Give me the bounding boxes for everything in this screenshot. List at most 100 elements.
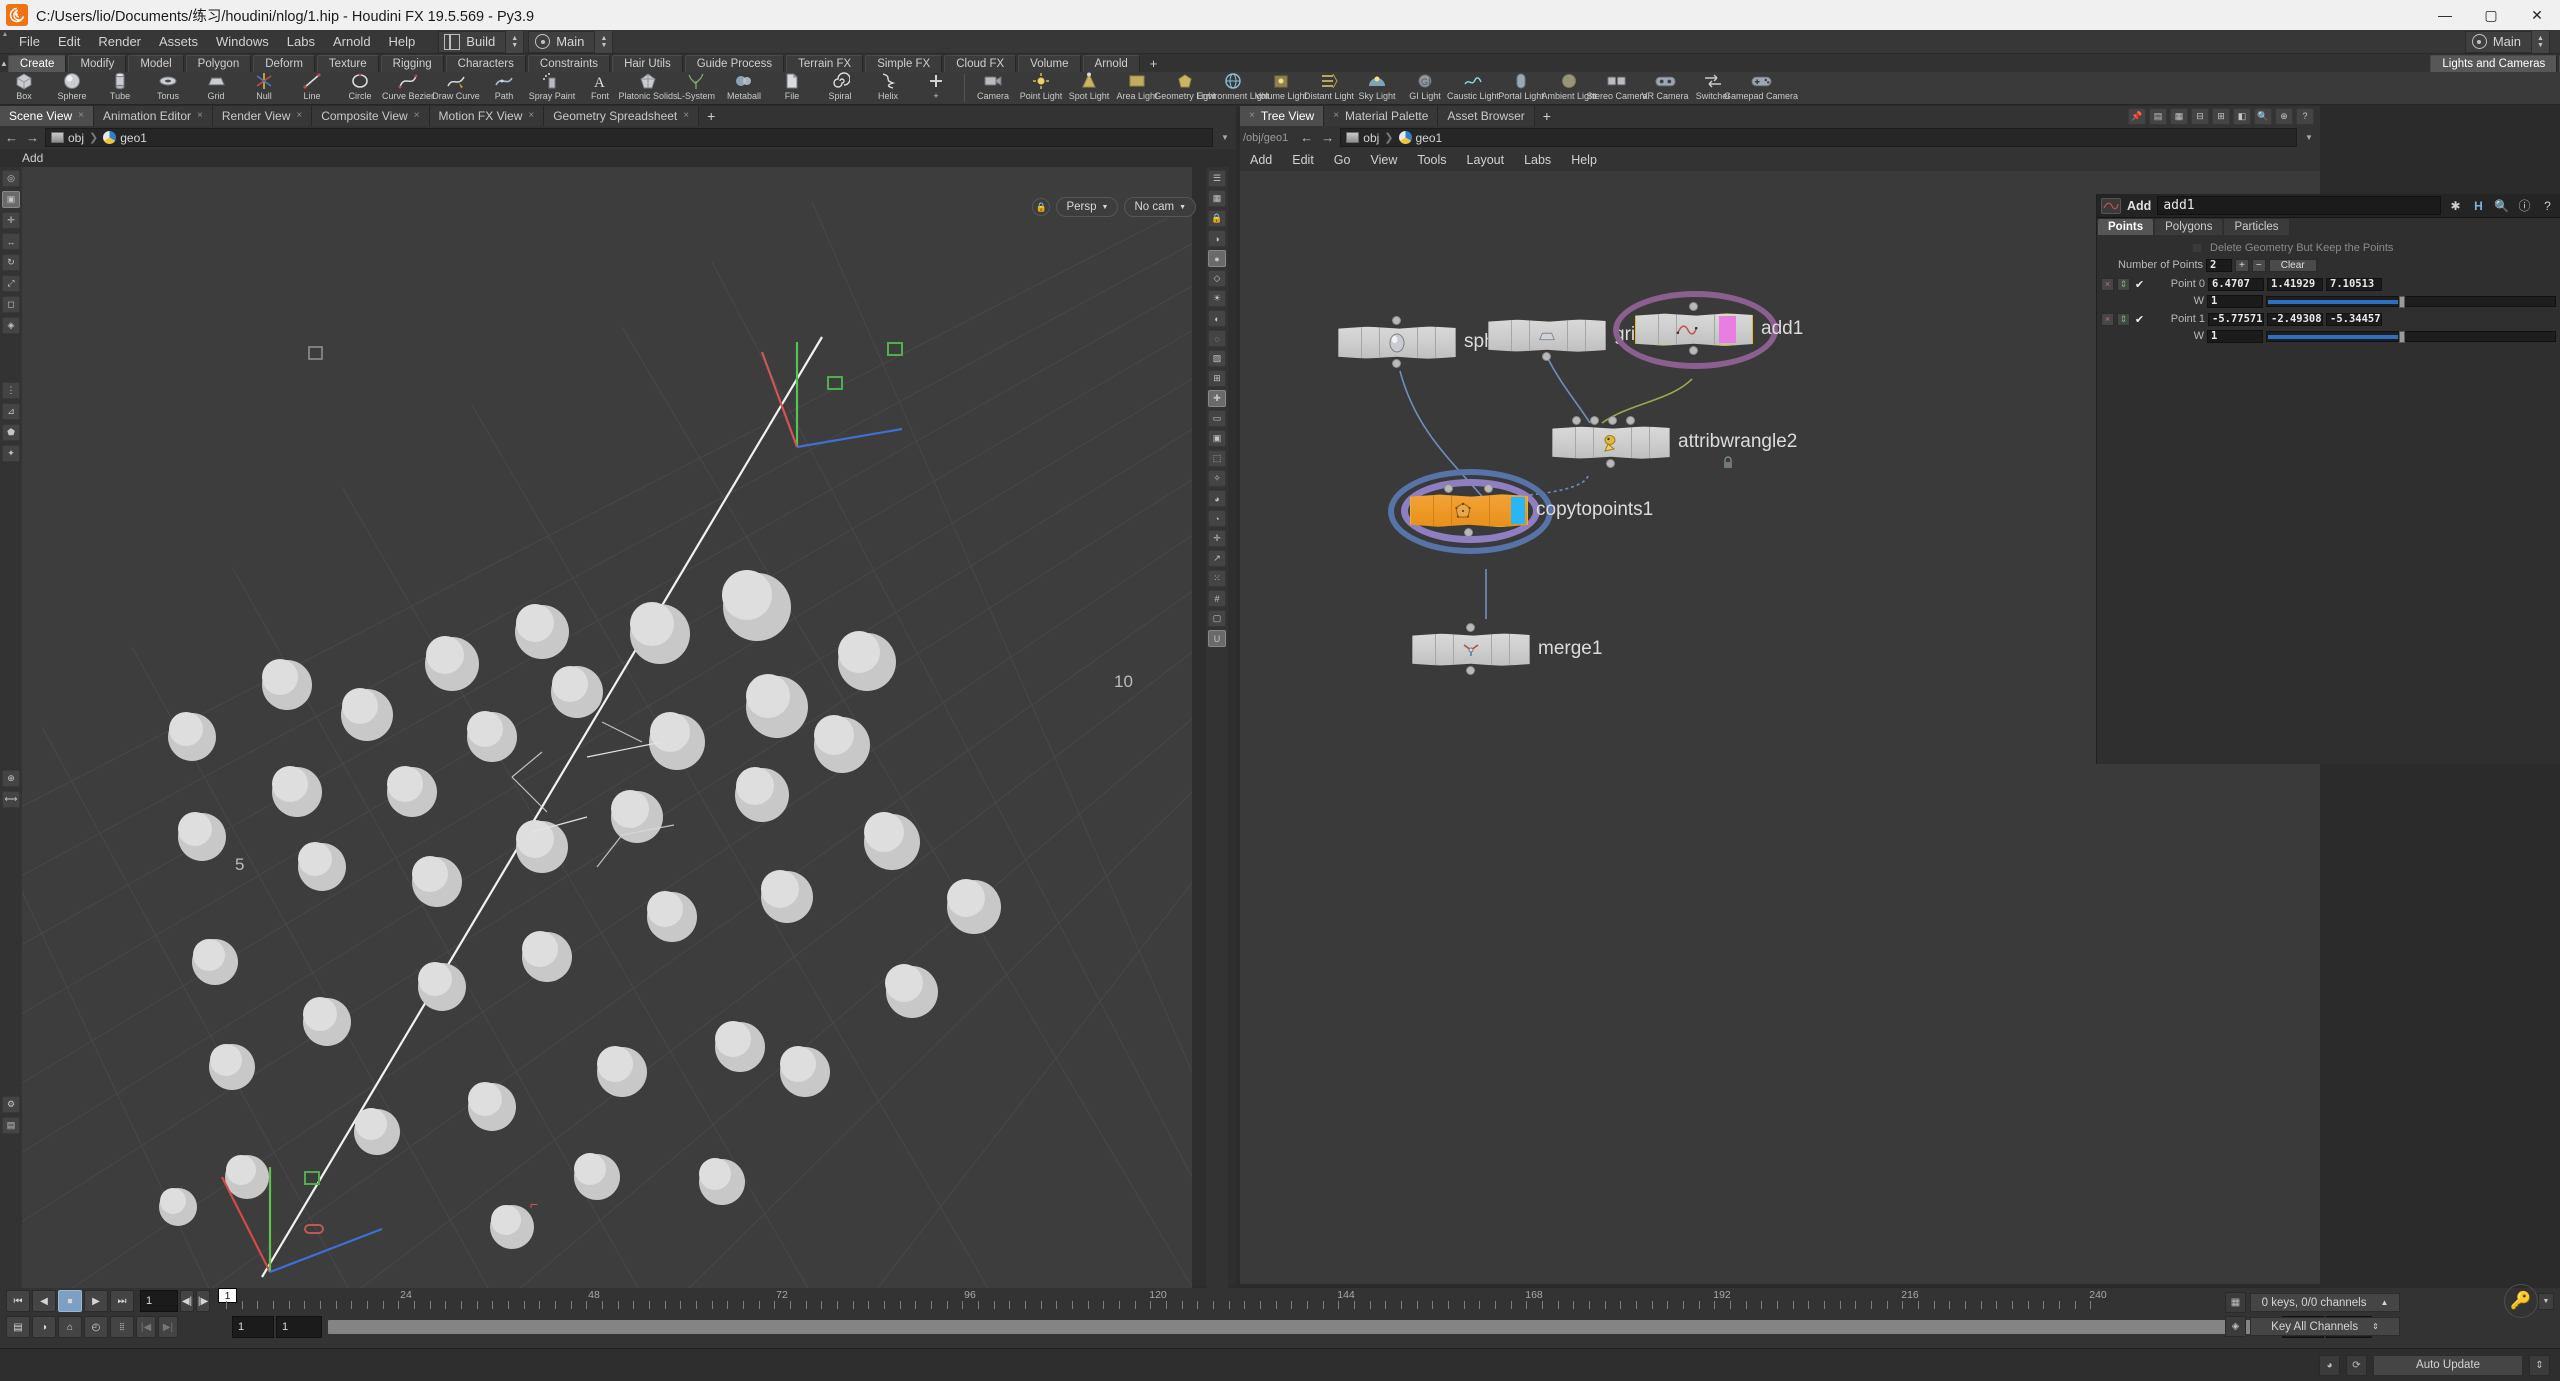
close-icon[interactable]: × bbox=[78, 106, 84, 126]
key-dropdown-icon[interactable]: ▼ bbox=[2538, 1292, 2554, 1310]
close-icon[interactable]: × bbox=[414, 106, 420, 126]
info-icon[interactable]: ⓘ bbox=[2516, 197, 2533, 214]
network-path-segment-geo1[interactable]: geo1 bbox=[1398, 131, 1442, 145]
node-merge1-body[interactable] bbox=[1412, 633, 1530, 666]
background-icon[interactable]: ▣ bbox=[1208, 430, 1226, 447]
shelftab-texture[interactable]: Texture bbox=[316, 55, 379, 72]
shelf-tool-spiral[interactable]: Spiral bbox=[816, 72, 864, 105]
build-spinner-icon[interactable]: ▲ ▼ bbox=[505, 30, 524, 53]
number-of-points-field[interactable]: 2 bbox=[2206, 258, 2232, 272]
prev-key-icon[interactable]: |◀ bbox=[136, 1316, 156, 1338]
node-copytopoints1[interactable]: copytopoints1 bbox=[1388, 469, 1653, 554]
scene-lights-icon[interactable]: ✧ bbox=[1208, 470, 1226, 487]
shelf-tool-font[interactable]: A Font bbox=[576, 72, 624, 105]
param-tab-polygons[interactable]: Polygons bbox=[2155, 219, 2223, 235]
point-1-w-field[interactable]: 1 bbox=[2207, 329, 2263, 343]
network-add-tab-icon[interactable]: + bbox=[1535, 108, 1559, 124]
lock-view-icon[interactable]: 🔒 bbox=[1208, 210, 1226, 227]
range-start-field[interactable]: 1 bbox=[232, 1316, 274, 1338]
network-nav-forward-icon[interactable]: → bbox=[1319, 129, 1336, 146]
node-input-pin-2[interactable] bbox=[1608, 416, 1617, 425]
viewport-display-icon[interactable]: ▤ bbox=[2, 1117, 20, 1134]
node-attribwrangle2[interactable]: attribwrangle2 bbox=[1552, 416, 1797, 468]
network-list-icon[interactable]: ▤ bbox=[2149, 107, 2167, 125]
update-mode-selector[interactable]: Auto Update bbox=[2373, 1354, 2523, 1376]
tab-network-view[interactable]: × Tree View bbox=[1240, 106, 1325, 126]
object-mode-icon[interactable]: ◻ bbox=[2, 296, 20, 313]
network-menu-add[interactable]: Add bbox=[1240, 149, 1282, 171]
key-mode-icon[interactable]: ◈ bbox=[2225, 1316, 2246, 1337]
node-output-pin[interactable] bbox=[1466, 666, 1475, 675]
shelftab-cloud-fx[interactable]: Cloud FX bbox=[944, 55, 1017, 72]
close-icon[interactable]: × bbox=[1333, 106, 1339, 126]
shelf-tool-box[interactable]: Box bbox=[0, 72, 48, 105]
measure-tool-icon[interactable]: ⟷ bbox=[2, 791, 20, 808]
node-input-pin-0[interactable] bbox=[1444, 484, 1453, 493]
node-grid1[interactable]: grid1 bbox=[1488, 319, 1656, 361]
shelf-tool-platonic-solids[interactable]: Platonic Solids bbox=[618, 72, 678, 105]
bbox-icon[interactable]: ▢ bbox=[1208, 610, 1226, 627]
network-path-field[interactable]: obj ❯ geo1 bbox=[1340, 128, 2297, 147]
path-segment-geo1[interactable]: geo1 bbox=[103, 131, 147, 145]
houdini-h-icon[interactable]: H bbox=[2470, 197, 2487, 214]
point-0-z-field[interactable]: 7.10513 bbox=[2326, 277, 2382, 291]
shelf-tool-portal-light[interactable]: Portal Light bbox=[1497, 72, 1545, 105]
shelf-tool-circle[interactable]: Circle bbox=[336, 72, 384, 105]
node-add1-render-flag[interactable] bbox=[1719, 316, 1736, 343]
close-icon[interactable]: × bbox=[296, 106, 302, 126]
viewport-add-tab-icon[interactable]: + bbox=[699, 108, 723, 124]
shelftab-model[interactable]: Model bbox=[128, 55, 184, 72]
xray-icon[interactable]: ▨ bbox=[1208, 350, 1226, 367]
node-sphere1[interactable]: sphere1 bbox=[1338, 316, 1533, 368]
point-0-w-slider[interactable] bbox=[2266, 295, 2556, 308]
shelf-tool-curve-bezier[interactable]: Curve Bezier bbox=[382, 72, 434, 105]
wireframe-icon[interactable]: ◇ bbox=[1208, 270, 1226, 287]
shelf-tool-l-system[interactable]: L-System bbox=[672, 72, 720, 105]
shelftab-guide-process[interactable]: Guide Process bbox=[684, 55, 785, 72]
point-1-enabled-check[interactable]: ✔ bbox=[2133, 313, 2146, 326]
node-input-pin-0[interactable] bbox=[1572, 416, 1581, 425]
snapshot-icon[interactable]: ▤ bbox=[6, 1316, 30, 1338]
shelftab-simple-fx[interactable]: Simple FX bbox=[865, 55, 943, 72]
node-input-pin[interactable] bbox=[1392, 316, 1401, 325]
nav-forward-icon[interactable]: → bbox=[24, 129, 41, 146]
key-button[interactable]: 🔑 ▼ bbox=[2498, 1284, 2560, 1318]
shelf-tool-[interactable]: + bbox=[912, 72, 960, 105]
network-nav-back-icon[interactable]: ← bbox=[1298, 129, 1315, 146]
refresh-icon[interactable]: ⟳ bbox=[2346, 1354, 2367, 1376]
audio-icon[interactable]: ◑ bbox=[32, 1316, 56, 1338]
next-key-icon[interactable]: ▶| bbox=[158, 1316, 178, 1338]
right-desktop-selector[interactable]: Main ▲ ▼ bbox=[2464, 30, 2550, 53]
node-merge1[interactable]: merge1 bbox=[1412, 623, 1602, 675]
realtime-toggle-icon[interactable]: ◴ bbox=[84, 1316, 108, 1338]
tab-material-palette[interactable]: × Material Palette bbox=[1324, 106, 1439, 126]
shelf-tool-gamepad-camera[interactable]: Gamepad Camera bbox=[1724, 72, 1798, 105]
edges-mode-icon[interactable]: ⊿ bbox=[2, 403, 20, 420]
shelf-tool-stereo-camera[interactable]: Stereo Camera bbox=[1586, 72, 1648, 105]
network-zoom-icon[interactable]: ⊕ bbox=[2275, 107, 2293, 125]
view-layout-icon[interactable]: ▦ bbox=[1208, 190, 1226, 207]
grid-toggle-icon[interactable]: ⊞ bbox=[1208, 370, 1226, 387]
network-menu-edit[interactable]: Edit bbox=[1282, 149, 1324, 171]
node-copytopoints1-body[interactable] bbox=[1410, 494, 1528, 527]
shelf-tool-point-light[interactable]: Point Light bbox=[1017, 72, 1065, 105]
shelftab-deform[interactable]: Deform bbox=[253, 55, 315, 72]
shelf-tool-sphere[interactable]: Sphere bbox=[48, 72, 96, 105]
normals-icon[interactable]: ↗ bbox=[1208, 550, 1226, 567]
playback-range-bar[interactable] bbox=[328, 1320, 2276, 1334]
shelf-tool-environment-light[interactable]: Environment Light bbox=[1197, 72, 1269, 105]
node-input-pin-1[interactable] bbox=[1484, 484, 1493, 493]
shelftab-create[interactable]: Create bbox=[7, 55, 67, 72]
shading-mode-icon[interactable]: ◑ bbox=[1208, 230, 1226, 247]
shelf-tool-tube[interactable]: Tube bbox=[96, 72, 144, 105]
network-menu-labs[interactable]: Labs bbox=[1514, 149, 1561, 171]
rotate-tool-icon[interactable]: ↻ bbox=[2, 254, 20, 271]
network-help-icon[interactable]: ? bbox=[2296, 107, 2314, 125]
shelf-tool-volume-light[interactable]: Volume Light bbox=[1255, 72, 1307, 105]
tab-animation-editor[interactable]: Animation Editor × bbox=[94, 106, 213, 126]
snap-tool-icon[interactable]: ⊕ bbox=[2, 770, 20, 787]
path-dropdown-icon[interactable]: ▼ bbox=[1217, 128, 1233, 147]
node-output-pin[interactable] bbox=[1464, 528, 1473, 537]
maximize-button[interactable]: ▢ bbox=[2468, 0, 2514, 30]
shelf-tool-gi-light[interactable]: GI GI Light bbox=[1401, 72, 1449, 105]
